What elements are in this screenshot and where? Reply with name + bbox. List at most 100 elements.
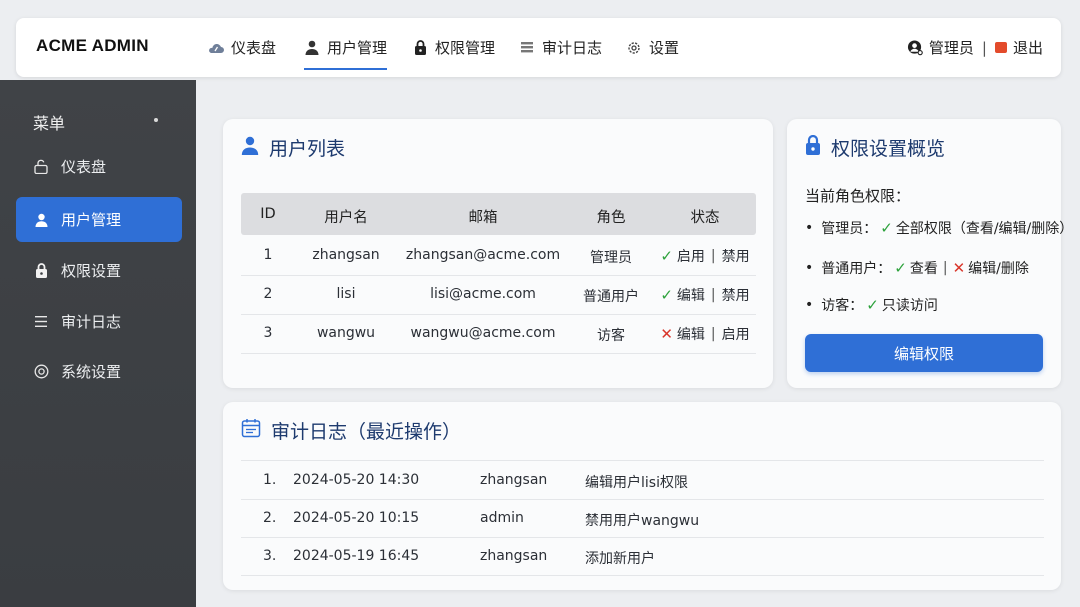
cell-role: 访客	[597, 328, 625, 344]
cell-role: 管理员	[590, 250, 632, 266]
sidebar: 菜单 仪表盘 用户管理 权限设置 审计日志 系统设置	[0, 80, 196, 607]
permissions-overview-card: 权限设置概览 当前角色权限： • 管理员： ✓ 全部权限（查看/编辑/删除） •…	[787, 119, 1073, 388]
nav-user-management[interactable]: 用户管理	[304, 18, 388, 77]
sidebar-item-system-settings[interactable]: 系统设置	[16, 349, 182, 394]
sidebar-item-label: 用户管理	[61, 211, 122, 229]
logout-icon	[994, 42, 1007, 53]
sidebar-collapse-dot[interactable]	[154, 118, 158, 122]
cell-username: zhangsan	[312, 247, 380, 263]
audit-time: 2024-05-20 10:15	[293, 510, 420, 526]
unlock-icon	[33, 159, 49, 175]
lock-icon	[412, 40, 428, 56]
check-icon: ✓	[866, 296, 879, 314]
check-icon: ✓	[894, 259, 907, 277]
cell-username: wangwu	[316, 325, 376, 341]
user-area: 管理员 | 退出	[907, 18, 1043, 77]
sidebar-item-dashboard[interactable]: 仪表盘	[16, 144, 182, 189]
permission-text: 编辑/删除	[968, 261, 1029, 277]
log-list-icon	[519, 40, 535, 56]
user-icon	[241, 136, 259, 160]
status-separator: |	[710, 326, 716, 342]
status-edit-link[interactable]: 编辑	[677, 324, 705, 344]
nav-audit-log-label: 审计日志	[542, 39, 603, 57]
audit-user: zhangsan	[480, 548, 548, 564]
column-header-status[interactable]: 状态	[691, 206, 720, 227]
permissions-title: 权限设置概览	[831, 138, 946, 160]
user-list-title: 用户列表	[269, 138, 346, 160]
sidebar-item-permission-settings[interactable]: 权限设置	[16, 248, 182, 293]
list-item[interactable]: 3. 2024-05-19 16:45 zhangsan 添加新用户	[241, 537, 1044, 575]
cross-icon: ✕	[952, 259, 966, 277]
status-enable-link[interactable]: 启用	[722, 324, 750, 344]
audit-time: 2024-05-19 16:45	[293, 548, 420, 564]
permission-line-admin: • 管理员： ✓ 全部权限（查看/编辑/删除）	[805, 218, 1073, 238]
audit-log-title: 审计日志（最近操作）	[271, 421, 462, 443]
list-icon	[33, 314, 49, 330]
check-icon: ✓	[660, 247, 673, 265]
bullet: •	[805, 260, 814, 276]
bullet: •	[805, 220, 814, 236]
sidebar-item-label: 审计日志	[61, 313, 122, 331]
sidebar-item-audit-log[interactable]: 审计日志	[16, 299, 182, 344]
permission-separator: |	[942, 260, 948, 276]
user-separator: |	[981, 38, 987, 57]
column-header-role[interactable]: 角色	[597, 206, 626, 227]
user-table-header: ID 用户名 邮箱 角色 状态	[241, 193, 756, 235]
brand-logo[interactable]: ACME ADMIN	[36, 36, 149, 56]
status-edit-link[interactable]: 编辑	[677, 285, 705, 305]
permission-role: 普通用户：	[821, 261, 892, 277]
check-icon: ✓	[660, 286, 673, 304]
user-icon	[304, 40, 320, 56]
column-header-email[interactable]: 邮箱	[469, 206, 498, 227]
audit-index: 1.	[263, 472, 277, 488]
permission-role: 访客：	[821, 298, 864, 314]
permissions-subtitle: 当前角色权限：	[805, 187, 911, 205]
status-disable-link[interactable]: 禁用	[722, 246, 750, 266]
cell-id: 3	[263, 325, 273, 341]
audit-index: 3.	[263, 548, 277, 564]
sidebar-item-user-management[interactable]: 用户管理	[16, 197, 182, 242]
nav-settings-label: 设置	[649, 39, 680, 57]
list-item[interactable]: 1. 2024-05-20 14:30 zhangsan 编辑用户lisi权限	[241, 461, 1044, 499]
nav-dashboard-label: 仪表盘	[231, 39, 277, 57]
nav-dashboard[interactable]: 仪表盘	[208, 18, 276, 77]
nav-audit-log[interactable]: 审计日志	[519, 18, 602, 77]
audit-action: 添加新用户	[585, 551, 655, 567]
status-separator: |	[710, 248, 716, 264]
row-divider	[241, 275, 756, 276]
sidebar-item-label: 权限设置	[61, 262, 122, 280]
current-user-name[interactable]: 管理员	[929, 37, 974, 58]
permission-role: 管理员：	[821, 221, 878, 237]
top-navbar: ACME ADMIN 仪表盘 用户管理 权限管理 审计日志 设置 管理员 | 退…	[16, 18, 1061, 77]
list-item[interactable]: 2. 2024-05-20 10:15 admin 禁用用户wangwu	[241, 499, 1044, 537]
edit-permissions-button[interactable]: 编辑权限	[805, 334, 1043, 372]
permission-text: 只读访问	[881, 298, 938, 314]
cell-email: wangwu@acme.com	[410, 325, 556, 341]
sidebar-item-label: 系统设置	[61, 363, 122, 381]
permission-text: 查看	[909, 261, 938, 277]
cell-email: zhangsan@acme.com	[405, 247, 561, 263]
audit-action: 禁用用户wangwu	[585, 513, 700, 529]
audit-time: 2024-05-20 14:30	[293, 472, 420, 488]
nav-permission-management[interactable]: 权限管理	[412, 18, 495, 77]
cell-role: 普通用户	[583, 289, 639, 305]
status-disable-link[interactable]: 禁用	[722, 285, 750, 305]
check-icon: ✓	[880, 219, 893, 237]
column-header-id[interactable]: ID	[260, 206, 275, 222]
permission-line-user: • 普通用户： ✓ 查看 | ✕ 编辑/删除	[805, 258, 1029, 278]
nav-settings[interactable]: 设置	[626, 18, 679, 77]
user-list-header: 用户列表	[241, 134, 345, 161]
cell-status: ✓ 启用 | 禁用	[660, 246, 749, 266]
cell-id: 2	[263, 286, 273, 302]
cell-status: ✓ 编辑 | 禁用	[660, 285, 749, 305]
bullet: •	[805, 297, 814, 313]
lock-icon	[33, 263, 49, 279]
audit-index: 2.	[263, 510, 277, 526]
settings-circle-icon	[33, 364, 49, 380]
status-enable-link[interactable]: 启用	[677, 246, 705, 266]
row-divider	[241, 314, 756, 315]
column-header-username[interactable]: 用户名	[324, 206, 368, 227]
logout-link[interactable]: 退出	[1013, 37, 1043, 58]
permissions-header: 权限设置概览	[805, 134, 945, 161]
sidebar-item-label: 仪表盘	[61, 158, 107, 176]
